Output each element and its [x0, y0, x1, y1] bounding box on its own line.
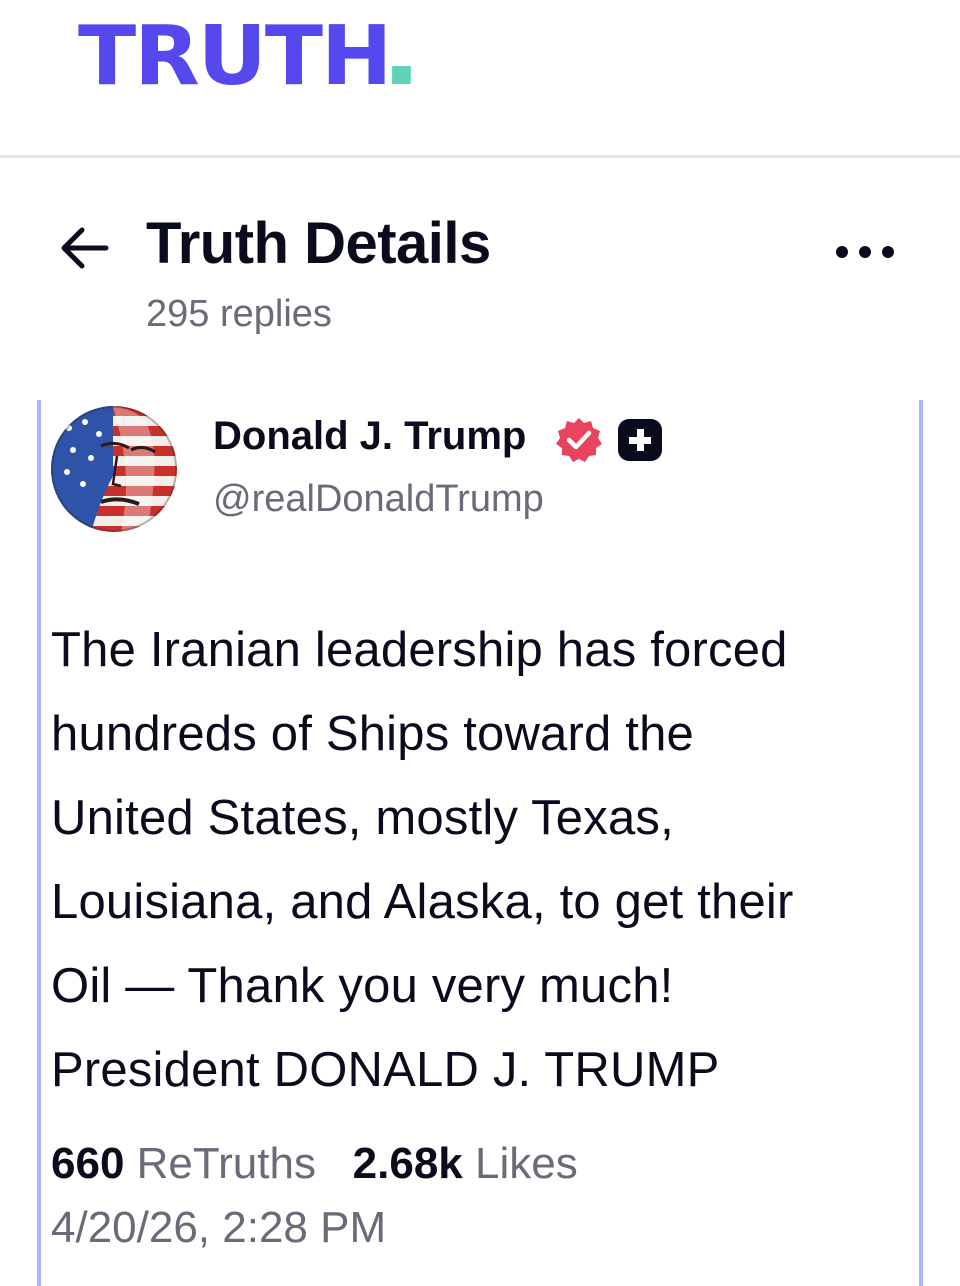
post-timestamp: 4/20/26, 2:28 PM: [51, 1203, 387, 1252]
avatar[interactable]: [51, 406, 177, 532]
back-button[interactable]: [54, 218, 114, 278]
logo-dot: [392, 66, 412, 84]
author-name[interactable]: Donald J. Trump: [213, 414, 526, 459]
post-text-line: The Iranian leadership has forced: [51, 623, 788, 677]
likes-stat[interactable]: 2.68k Likes: [353, 1139, 578, 1188]
replies-count: 295 replies: [146, 293, 332, 335]
arrow-left-icon: [61, 227, 109, 269]
author-handle[interactable]: @realDonaldTrump: [213, 478, 544, 521]
truth-details-page: TRUTH Truth Details 295 replies Donald J…: [0, 0, 960, 1286]
retruths-label: ReTruths: [136, 1139, 316, 1188]
likes-count: 2.68k: [352, 1139, 463, 1188]
post-text-line: hundreds of Ships toward the: [51, 707, 695, 761]
retruths-stat[interactable]: 660 ReTruths: [51, 1139, 316, 1188]
page-header: Truth Details 295 replies: [0, 160, 960, 390]
more-options-button[interactable]: [830, 232, 900, 272]
likes-label: Likes: [475, 1139, 578, 1188]
truth-logo[interactable]: TRUTH: [78, 16, 412, 98]
post-text: The Iranian leadership has forced hundre…: [51, 608, 911, 1112]
more-horizontal-icon: [836, 246, 894, 258]
truth-plus-icon: [617, 418, 663, 462]
author-avatar-image: [51, 406, 177, 532]
top-bar: TRUTH: [0, 0, 960, 158]
post-text-line: Louisiana, and Alaska, to get their: [51, 875, 794, 929]
post-text-line: Oil — Thank you very much!: [51, 959, 674, 1013]
page-title: Truth Details: [146, 211, 491, 276]
post-stats: 660 ReTruths 2.68k Likes: [51, 1136, 578, 1192]
retruths-count: 660: [51, 1139, 125, 1188]
post-text-line: United States, mostly Texas,: [51, 791, 674, 845]
verified-badge-icon: [555, 416, 603, 464]
post-text-line: President DONALD J. TRUMP: [51, 1043, 720, 1097]
truth-post: Donald J. Trump @realDonaldTrump The Ira…: [37, 400, 923, 1286]
